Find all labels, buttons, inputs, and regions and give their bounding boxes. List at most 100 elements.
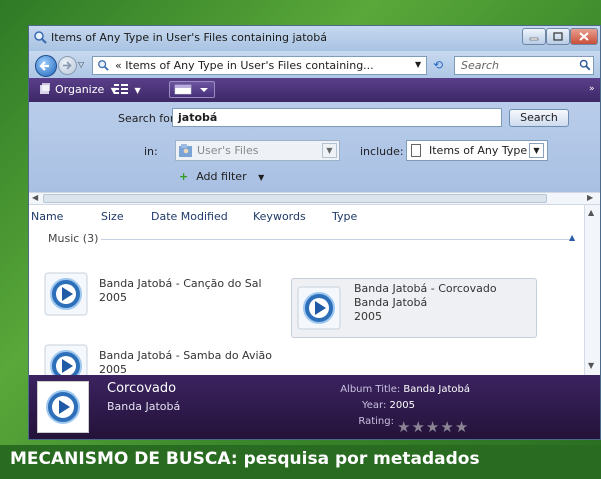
window-controls xyxy=(522,28,598,45)
collapse-group-icon[interactable]: ▲ xyxy=(569,233,575,242)
column-date-modified[interactable]: Date Modified xyxy=(151,210,228,223)
property-value[interactable]: 2005 xyxy=(390,400,415,411)
minimize-button[interactable] xyxy=(522,28,546,45)
caption-text: pesquisa por metadados xyxy=(243,449,480,469)
column-name[interactable]: Name xyxy=(31,210,63,223)
include-label: include: xyxy=(360,145,404,158)
title-bar: Items of Any Type in User's Files contai… xyxy=(29,26,600,51)
organize-button[interactable]: Organize ▼ xyxy=(39,83,117,96)
minimize-icon xyxy=(529,37,539,41)
address-field[interactable]: « Items of Any Type in User's Files cont… xyxy=(92,56,427,75)
search-for-label: Search for: xyxy=(118,112,178,125)
arrow-left-icon xyxy=(39,61,49,71)
search-pane: Search for: jatobá Search in: User's Fil… xyxy=(29,102,600,192)
search-query-value: jatobá xyxy=(178,111,218,124)
item-title: Banda Jatobá - Samba do Avião xyxy=(99,349,272,362)
list-item-selected[interactable]: Banda Jatobá - Corcovado Banda Jatobá 20… xyxy=(291,278,537,338)
location-label: in: xyxy=(144,145,158,158)
album-thumbnail xyxy=(37,381,89,433)
add-filter-button[interactable]: + Add filter ▼ xyxy=(179,170,264,183)
refresh-icon[interactable]: ⟲ xyxy=(433,58,443,72)
scroll-thumb[interactable] xyxy=(43,194,547,203)
search-icon[interactable] xyxy=(579,59,591,71)
item-meta: 2005 xyxy=(99,291,127,304)
include-select[interactable]: Items of Any Type ▼ xyxy=(406,140,548,161)
search-input[interactable]: Search xyxy=(454,56,594,75)
search-query-input[interactable]: jatobá xyxy=(172,108,502,127)
property-value[interactable]: Banda Jatobá xyxy=(403,384,470,395)
column-keywords[interactable]: Keywords xyxy=(253,210,306,223)
address-bar: ▽ « Items of Any Type in User's Files co… xyxy=(29,51,600,78)
star-icon[interactable]: ★ xyxy=(455,418,468,436)
media-file-icon xyxy=(297,286,341,330)
property-key: Year: xyxy=(361,400,387,411)
maximize-icon xyxy=(553,32,563,41)
forward-button[interactable] xyxy=(58,56,77,75)
chevron-down-icon: ▼ xyxy=(258,173,265,182)
search-placeholder: Search xyxy=(461,59,500,72)
chevron-down-icon[interactable]: ▼ xyxy=(529,143,544,158)
history-dropdown-icon[interactable]: ▽ xyxy=(78,60,84,69)
plus-icon: + xyxy=(179,170,189,183)
vertical-scrollbar[interactable]: ▲ ▼ xyxy=(584,205,600,375)
scroll-down-icon[interactable]: ▼ xyxy=(588,361,594,370)
document-icon xyxy=(411,144,421,157)
scroll-left-icon[interactable]: ◀ xyxy=(32,193,38,202)
user-folder-icon xyxy=(179,144,192,157)
details-pane: Corcovado Banda Jatobá Album Title: Band… xyxy=(29,375,600,439)
search-icon xyxy=(98,60,109,71)
column-size[interactable]: Size xyxy=(101,210,124,223)
search-button[interactable]: Search xyxy=(509,109,569,127)
views-button[interactable]: ▼ xyxy=(114,83,141,96)
list-item[interactable]: Banda Jatobá - Canção do Sal 2005 xyxy=(43,271,263,327)
item-details: Banda Jatobá - Samba do Avião 2005 xyxy=(99,349,272,377)
album-title-property: Album Title: Banda Jatobá xyxy=(340,384,470,395)
star-icon[interactable]: ★ xyxy=(411,418,424,436)
group-divider xyxy=(101,239,571,240)
column-type[interactable]: Type xyxy=(332,210,357,223)
item-artist: Banda Jatobá xyxy=(354,296,428,309)
explorer-window: Items of Any Type in User's Files contai… xyxy=(28,25,601,440)
window-title: Items of Any Type in User's Files contai… xyxy=(51,31,328,44)
item-details: Banda Jatobá - Corcovado Banda Jatobá 20… xyxy=(354,282,497,324)
back-button[interactable] xyxy=(35,55,57,77)
command-bar: Organize ▼ ▼ » xyxy=(29,78,600,102)
organize-label: Organize xyxy=(55,83,105,96)
more-commands-icon[interactable]: » xyxy=(589,84,595,94)
media-file-icon xyxy=(46,390,80,424)
item-meta: 2005 xyxy=(354,310,382,323)
include-value: Items of Any Type xyxy=(429,144,528,157)
maximize-button[interactable] xyxy=(546,28,570,45)
star-icon[interactable]: ★ xyxy=(440,418,453,436)
details-title: Corcovado xyxy=(107,381,177,396)
close-button[interactable] xyxy=(570,28,598,45)
layout-pane-icon xyxy=(174,84,208,95)
media-file-icon xyxy=(44,272,88,316)
close-icon xyxy=(579,32,589,41)
views-icon xyxy=(114,84,128,94)
details-artist: Banda Jatobá xyxy=(107,400,181,413)
organize-icon xyxy=(40,83,50,94)
star-icon[interactable]: ★ xyxy=(426,418,439,436)
address-path: « Items of Any Type in User's Files cont… xyxy=(115,59,374,72)
file-list: Name Size Date Modified Keywords Type Mu… xyxy=(29,205,600,388)
column-header: Name Size Date Modified Keywords Type xyxy=(29,208,584,228)
property-key: Rating: xyxy=(358,416,394,427)
scroll-up-icon[interactable]: ▲ xyxy=(588,208,594,217)
star-icon[interactable]: ★ xyxy=(397,418,410,436)
chevron-down-icon[interactable]: ▼ xyxy=(415,60,421,69)
rating-stars[interactable]: ★★★★★ xyxy=(397,418,469,436)
layout-button[interactable] xyxy=(169,81,215,98)
location-value: User's Files xyxy=(197,144,259,157)
caption-highlight: MECANISMO DE BUSCA: xyxy=(10,449,238,469)
arrow-right-icon xyxy=(63,61,72,70)
scroll-right-icon[interactable]: ▶ xyxy=(587,193,593,202)
location-select[interactable]: User's Files ▼ xyxy=(175,140,340,161)
group-header[interactable]: Music (3) xyxy=(48,232,98,245)
property-key: Album Title: xyxy=(340,384,401,395)
item-title: Banda Jatobá - Corcovado xyxy=(354,282,497,295)
chevron-down-icon[interactable]: ▼ xyxy=(322,143,337,158)
figure-caption: MECANISMO DE BUSCA: pesquisa por metadad… xyxy=(10,449,480,469)
horizontal-scrollbar[interactable]: ◀ ▶ xyxy=(29,192,600,205)
item-title: Banda Jatobá - Canção do Sal xyxy=(99,277,262,290)
